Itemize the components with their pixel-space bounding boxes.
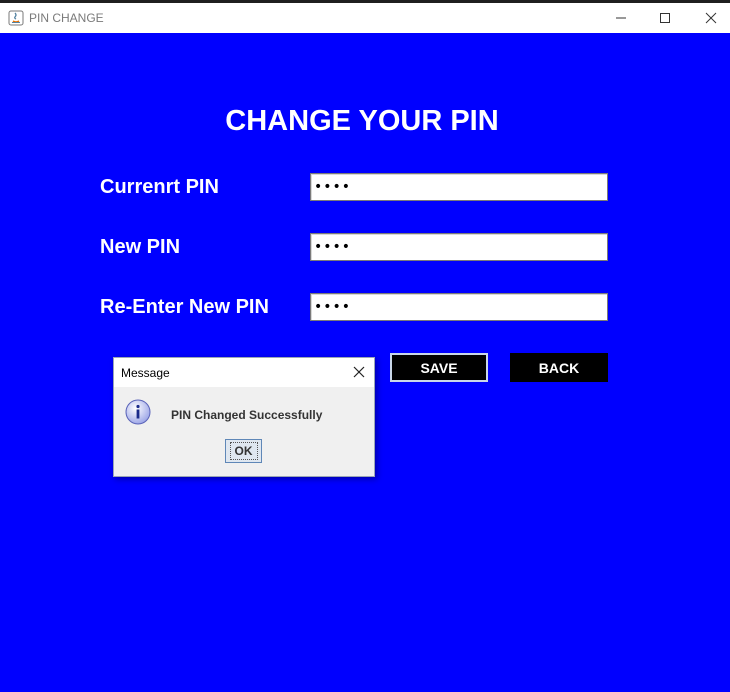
message-dialog: Message PIN Changed Successfully OK xyxy=(113,357,375,477)
current-pin-label: Currenrt PIN xyxy=(100,176,219,198)
minimize-icon xyxy=(616,17,626,19)
reenter-pin-field[interactable]: •••• xyxy=(310,293,608,321)
minimize-button[interactable] xyxy=(598,3,644,33)
back-button-label: BACK xyxy=(538,359,580,376)
close-button[interactable] xyxy=(688,3,730,33)
info-icon xyxy=(125,399,151,425)
maximize-button[interactable] xyxy=(642,3,688,33)
reenter-pin-label: Re-Enter New PIN xyxy=(100,296,269,318)
new-pin-field[interactable]: •••• xyxy=(310,233,608,261)
dialog-close-icon[interactable] xyxy=(352,365,366,379)
page-title: CHANGE YOUR PIN xyxy=(225,105,499,137)
dialog-titlebar[interactable]: Message xyxy=(114,358,374,387)
ok-button[interactable]: OK xyxy=(225,439,262,463)
dialog-message: PIN Changed Successfully xyxy=(171,408,323,422)
window-title: PIN CHANGE xyxy=(29,11,104,25)
java-app-icon xyxy=(8,10,24,26)
back-button[interactable]: BACK xyxy=(510,353,608,382)
maximize-icon xyxy=(660,13,670,23)
current-pin-field[interactable]: •••• xyxy=(310,173,608,201)
save-button-label: SAVE xyxy=(420,359,458,376)
dialog-title: Message xyxy=(121,366,170,380)
new-pin-label: New PIN xyxy=(100,236,181,258)
save-button[interactable]: SAVE xyxy=(390,353,488,382)
close-icon xyxy=(705,12,717,24)
ok-button-label: OK xyxy=(229,442,258,460)
window-titlebar[interactable]: PIN CHANGE xyxy=(0,3,730,33)
